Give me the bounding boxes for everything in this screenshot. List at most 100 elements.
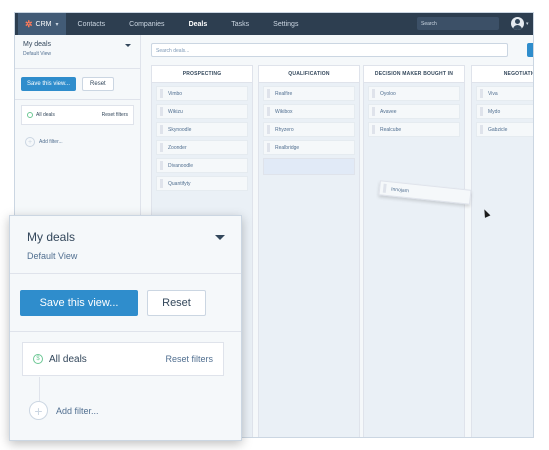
nav-contacts[interactable]: Contacts bbox=[78, 21, 106, 28]
deal-card[interactable]: Skynoodle bbox=[156, 122, 248, 137]
drag-handle-icon[interactable] bbox=[267, 107, 270, 116]
nav-companies[interactable]: Companies bbox=[129, 21, 164, 28]
drag-handle-icon[interactable] bbox=[267, 89, 270, 98]
deal-name: Viva bbox=[488, 90, 498, 97]
chevron-down-icon[interactable]: ▾ bbox=[526, 21, 529, 27]
chevron-down-icon: ▾ bbox=[55, 21, 59, 28]
deal-name: Quantifyty bbox=[168, 180, 191, 187]
deal-card[interactable]: Avavee bbox=[368, 104, 460, 119]
drag-handle-icon[interactable] bbox=[160, 125, 163, 134]
main-nav: Contacts Companies Deals Tasks Settings bbox=[78, 21, 323, 28]
column-qualification: QUALIFICATION Realfire Wikibox Rhyzero R… bbox=[258, 65, 360, 437]
filter-label: All deals bbox=[49, 353, 87, 365]
view-selector[interactable]: My deals Default View bbox=[15, 35, 140, 69]
deal-name: Oyoloo bbox=[380, 90, 396, 97]
drag-handle-icon[interactable] bbox=[160, 89, 163, 98]
deal-name: Gabzicle bbox=[488, 126, 508, 133]
deal-name: Avavee bbox=[380, 108, 397, 115]
deal-name: Realfire bbox=[275, 90, 293, 97]
view-actions: Save this view... Reset bbox=[10, 274, 241, 332]
add-filter-label: Add filter... bbox=[39, 139, 63, 145]
deals-search-input[interactable]: Search deals... bbox=[151, 43, 508, 57]
deal-card[interactable]: Quantifyty bbox=[156, 176, 248, 191]
drag-handle-icon[interactable] bbox=[160, 107, 163, 116]
filter-label: All deals bbox=[36, 112, 55, 118]
add-filter-button[interactable]: + Add filter... bbox=[29, 401, 99, 420]
drag-handle-icon[interactable] bbox=[480, 125, 483, 134]
reset-button[interactable]: Reset bbox=[82, 77, 114, 91]
deal-card[interactable]: Viva bbox=[476, 86, 533, 101]
deal-name: Skynoodle bbox=[168, 126, 192, 133]
deal-card[interactable]: Rhyzero bbox=[263, 122, 355, 137]
deal-name: Vimbo bbox=[168, 90, 183, 97]
save-view-button[interactable]: Save this view... bbox=[21, 77, 77, 91]
global-search-input[interactable]: Search bbox=[417, 17, 499, 30]
drag-handle-icon[interactable] bbox=[160, 161, 163, 170]
drag-handle-icon[interactable] bbox=[480, 107, 483, 116]
deal-name: Mydo bbox=[488, 108, 501, 115]
view-title: My deals bbox=[23, 41, 52, 48]
deal-card[interactable]: Realfire bbox=[263, 86, 355, 101]
filter-card[interactable]: $ All deals Reset filters bbox=[22, 342, 224, 376]
column-decision-maker: DECISION MAKER BOUGHT IN Oyoloo Avavee R… bbox=[363, 65, 465, 437]
crm-menu[interactable]: ✲ CRM ▾ bbox=[18, 13, 66, 35]
user-avatar[interactable] bbox=[511, 17, 524, 30]
drag-handle-icon[interactable] bbox=[372, 89, 375, 98]
filter-card[interactable]: All deals Reset filters bbox=[21, 105, 134, 125]
nav-tasks[interactable]: Tasks bbox=[231, 21, 249, 28]
dollar-icon bbox=[27, 112, 33, 118]
view-title: My deals bbox=[27, 230, 76, 244]
deal-card[interactable]: Gabzicle bbox=[476, 122, 533, 137]
brand-label: CRM bbox=[35, 20, 52, 28]
drag-handle-icon[interactable] bbox=[372, 107, 375, 116]
create-deal-button[interactable] bbox=[527, 43, 533, 57]
nav-settings[interactable]: Settings bbox=[273, 21, 298, 28]
view-subtitle: Default View bbox=[23, 51, 51, 57]
plus-icon: + bbox=[29, 401, 48, 420]
drop-placeholder[interactable] bbox=[263, 158, 355, 175]
connector-line bbox=[39, 377, 40, 401]
top-navigation-bar: ✲ CRM ▾ Contacts Companies Deals Tasks S… bbox=[15, 13, 533, 35]
plus-icon: + bbox=[25, 137, 35, 147]
deal-name: Zoonder bbox=[168, 144, 187, 151]
zoomed-filter-panel: My deals Default View Save this view... … bbox=[9, 215, 242, 441]
deal-name: Innojam bbox=[390, 185, 410, 194]
drag-handle-icon[interactable] bbox=[160, 179, 163, 188]
deal-card[interactable]: Mydo bbox=[476, 104, 533, 119]
reset-filters-link[interactable]: Reset filters bbox=[102, 112, 128, 118]
nav-deals[interactable]: Deals bbox=[189, 21, 208, 28]
deal-card[interactable]: Realcube bbox=[368, 122, 460, 137]
column-negotiation: NEGOTIATION Viva Mydo Gabzicle bbox=[471, 65, 533, 437]
deal-name: Divanoodle bbox=[168, 162, 194, 169]
add-filter-button[interactable]: + Add filter... bbox=[25, 137, 140, 147]
column-header: QUALIFICATION bbox=[259, 66, 359, 83]
deal-name: Rhyzero bbox=[275, 126, 294, 133]
add-filter-label: Add filter... bbox=[56, 405, 99, 416]
deal-card[interactable]: Wikibox bbox=[263, 104, 355, 119]
hubspot-logo-icon: ✲ bbox=[25, 18, 33, 29]
drag-handle-icon[interactable] bbox=[267, 143, 270, 152]
caret-down-icon[interactable] bbox=[215, 235, 225, 240]
deal-name: Realcube bbox=[380, 126, 402, 133]
deal-card[interactable]: Wikizu bbox=[156, 104, 248, 119]
drag-handle-icon[interactable] bbox=[267, 125, 270, 134]
drag-handle-icon[interactable] bbox=[160, 143, 163, 152]
deal-card[interactable]: Zoonder bbox=[156, 140, 248, 155]
drag-handle-icon[interactable] bbox=[480, 89, 483, 98]
deal-card[interactable]: Oyoloo bbox=[368, 86, 460, 101]
save-view-button[interactable]: Save this view... bbox=[20, 289, 138, 316]
view-selector[interactable]: My deals Default View bbox=[10, 216, 241, 274]
caret-down-icon[interactable] bbox=[125, 44, 131, 47]
deal-card[interactable]: Divanoodle bbox=[156, 158, 248, 173]
view-subtitle: Default View bbox=[27, 251, 78, 261]
deal-card[interactable]: Realbridge bbox=[263, 140, 355, 155]
reset-filters-link[interactable]: Reset filters bbox=[165, 354, 213, 364]
deal-card[interactable]: Vimbo bbox=[156, 86, 248, 101]
deal-name: Wikibox bbox=[275, 108, 293, 115]
drag-handle-icon[interactable] bbox=[372, 125, 375, 134]
view-actions: Save this view... Reset bbox=[15, 69, 140, 100]
column-header: PROSPECTING bbox=[152, 66, 252, 83]
drag-handle-icon[interactable] bbox=[382, 183, 387, 193]
reset-button[interactable]: Reset bbox=[147, 289, 206, 316]
deal-name: Realbridge bbox=[275, 144, 300, 151]
